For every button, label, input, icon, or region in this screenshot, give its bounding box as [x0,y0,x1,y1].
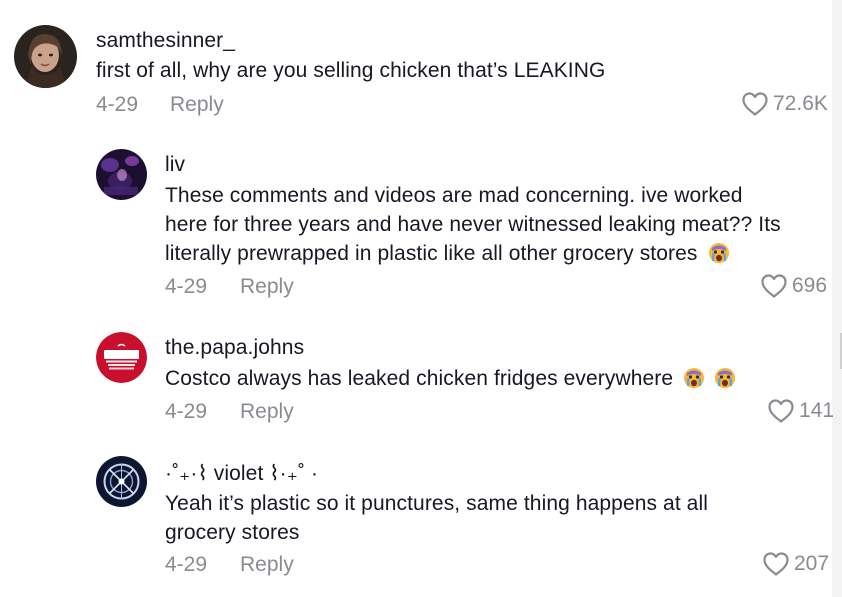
heart-outline-icon [763,552,789,576]
like-button[interactable]: 207 [762,551,829,577]
comment-username[interactable]: ·˚₊·⌇ violet ⌇·₊˚ · [165,461,318,486]
comment-text: Yeah it’s plastic so it punctures, same … [165,489,805,547]
comment-violet: ·˚₊·⌇ violet ⌇·₊˚ · Yeah it’s plastic so… [0,0,842,597]
avatar-photo [96,456,147,507]
avatar[interactable] [96,456,147,507]
comment-text-line: Yeah it’s plastic so it punctures, same … [165,492,708,515]
like-count: 207 [794,552,830,575]
comment-text-line: grocery stores [165,521,300,544]
comment-date: 4-29 [165,553,208,576]
reply-button[interactable]: Reply [240,553,294,577]
